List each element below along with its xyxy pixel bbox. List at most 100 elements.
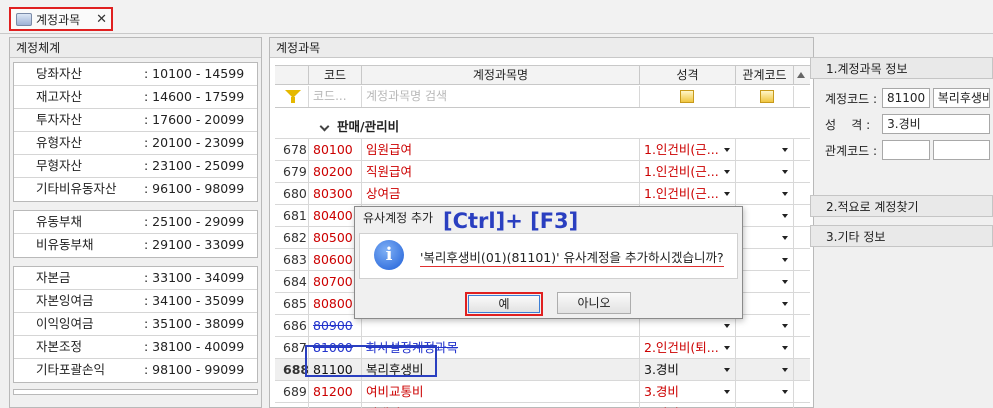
row-number: 686 <box>275 315 309 336</box>
tab-account-subjects[interactable]: 계정과목 ✕ <box>9 7 113 31</box>
group-header[interactable]: 판매/관리비 <box>275 115 810 139</box>
filter-type[interactable] <box>640 86 736 107</box>
filter-rel[interactable] <box>736 86 794 107</box>
shortcut-annotation: [Ctrl]+ [F3] <box>443 209 579 233</box>
dropdown-arrow-icon[interactable] <box>724 346 730 350</box>
account-class-item[interactable]: 기타비유동자산: 96100 - 98099 <box>14 178 257 201</box>
account-class-item[interactable]: 유동부채: 25100 - 29099 <box>14 211 257 234</box>
account-class-range: : 17600 - 20099 <box>144 112 245 127</box>
dropdown-arrow-icon[interactable] <box>782 170 788 174</box>
tab-bar: 계정과목 ✕ <box>0 0 993 34</box>
rel-name-field[interactable] <box>932 140 990 160</box>
row-rel-code <box>736 381 794 402</box>
scrollbar-track[interactable] <box>794 359 810 380</box>
type-field[interactable]: 3.경비 <box>882 114 990 134</box>
dropdown-arrow-icon[interactable] <box>724 192 730 196</box>
dropdown-arrow-icon[interactable] <box>782 192 788 196</box>
scrollbar-track[interactable] <box>794 161 810 182</box>
dropdown-arrow-icon[interactable] <box>782 236 788 240</box>
row-rel-code <box>736 293 794 314</box>
highlight-box <box>305 345 437 377</box>
scrollbar-track[interactable] <box>794 249 810 270</box>
scrollbar-track[interactable] <box>794 271 810 292</box>
section-find-by-summary[interactable]: 2.적요로 계정찾기 <box>810 195 993 217</box>
account-class-item[interactable]: 당좌자산: 10100 - 14599 <box>14 63 257 86</box>
dropdown-arrow-icon[interactable] <box>724 390 730 394</box>
account-class-item[interactable]: 이익잉여금: 35100 - 38099 <box>14 313 257 336</box>
account-class-item[interactable]: 자본금: 33100 - 34099 <box>14 267 257 290</box>
row-number: 680 <box>275 183 309 204</box>
close-icon[interactable]: ✕ <box>96 12 107 27</box>
account-class-range: : 34100 - 35099 <box>144 293 245 308</box>
no-button[interactable]: 아니오 <box>557 292 631 314</box>
dropdown-arrow-icon[interactable] <box>724 148 730 152</box>
row-code: 80200 <box>309 161 362 182</box>
scrollbar-track[interactable] <box>794 337 810 358</box>
dropdown-arrow-icon[interactable] <box>782 368 788 372</box>
table-row[interactable]: 679 80200 직원급여 1.인건비(근... <box>275 161 810 183</box>
scrollbar-track[interactable] <box>794 183 810 204</box>
scrollbar-track[interactable] <box>794 381 810 402</box>
header-name[interactable]: 계정과목명 <box>362 66 640 84</box>
account-class-name: 기타비유동자산 <box>36 181 117 196</box>
dropdown-arrow-icon[interactable] <box>782 346 788 350</box>
account-class-item[interactable]: 무형자산: 23100 - 25099 <box>14 155 257 178</box>
account-class-item[interactable]: 재고자산: 14600 - 17599 <box>14 86 257 109</box>
chevron-down-icon[interactable] <box>319 121 330 132</box>
account-system-panel: 계정체계 당좌자산: 10100 - 14599 재고자산: 14600 - 17… <box>9 37 262 408</box>
scrollbar-track[interactable] <box>794 205 810 226</box>
scrollbar-track[interactable] <box>794 139 810 160</box>
account-class-item[interactable]: 비유동부채: 29100 - 33099 <box>14 234 257 257</box>
row-type: 1.인건비(근... <box>640 183 736 204</box>
scrollbar-track[interactable] <box>794 403 810 408</box>
scrollbar-up[interactable] <box>794 66 810 84</box>
header-type[interactable]: 성격 <box>640 66 736 84</box>
filter-code-input[interactable]: 코드... <box>309 86 362 107</box>
yes-button[interactable]: 예 <box>468 295 540 313</box>
filter-name-input[interactable]: 계정과목명 검색 <box>362 86 640 107</box>
code-field[interactable]: 81100 <box>881 88 930 108</box>
scrollbar-track[interactable] <box>794 293 810 314</box>
dropdown-arrow-icon[interactable] <box>782 390 788 394</box>
account-class-item[interactable]: 유형자산: 20100 - 23099 <box>14 132 257 155</box>
table-row[interactable]: 680 80300 상여금 1.인건비(근... <box>275 183 810 205</box>
panel-title: 계정체계 <box>10 38 261 58</box>
dropdown-arrow-icon[interactable] <box>724 170 730 174</box>
section-other-info[interactable]: 3.기타 정보 <box>810 225 993 247</box>
account-class-name: 당좌자산 <box>36 66 83 81</box>
section-account-info[interactable]: 1.계정과목 정보 <box>810 57 993 79</box>
dropdown-arrow-icon[interactable] <box>724 324 730 328</box>
account-group-extra <box>13 389 258 395</box>
filter-icon[interactable] <box>275 86 309 107</box>
header-code[interactable]: 코드 <box>309 66 362 84</box>
edit-icon[interactable] <box>680 90 694 103</box>
name-field[interactable]: 복리후생비 <box>932 88 990 108</box>
row-number: 687 <box>275 337 309 358</box>
account-class-item[interactable]: 자본잉여금: 34100 - 35099 <box>14 290 257 313</box>
header-rel-code[interactable]: 관계코드 <box>736 66 794 84</box>
edit-icon[interactable] <box>760 90 774 103</box>
scrollbar-track[interactable] <box>794 315 810 336</box>
dropdown-arrow-icon[interactable] <box>724 368 730 372</box>
dropdown-arrow-icon[interactable] <box>782 214 788 218</box>
table-row[interactable]: 69081300접대비3.경비 <box>275 403 810 408</box>
type-row: 성 격 : 3.경비 <box>810 111 993 137</box>
account-class-name: 자본금 <box>36 270 71 285</box>
rel-code-field[interactable] <box>881 140 930 160</box>
account-class-item[interactable]: 투자자산: 17600 - 20099 <box>14 109 257 132</box>
dropdown-arrow-icon[interactable] <box>782 280 788 284</box>
dropdown-arrow-icon[interactable] <box>782 324 788 328</box>
dropdown-arrow-icon[interactable] <box>782 302 788 306</box>
table-row[interactable]: 689 81200 여비교통비 3.경비 <box>275 381 810 403</box>
header-row-number <box>275 66 309 84</box>
account-class-item[interactable]: 기타포괄손익: 98100 - 99099 <box>14 359 257 382</box>
dropdown-arrow-icon[interactable] <box>782 148 788 152</box>
rel-row: 관계코드 : <box>810 137 993 163</box>
table-row[interactable]: 678 80100 임원급여 1.인건비(근... <box>275 139 810 161</box>
account-class-item[interactable]: 자본조정: 38100 - 40099 <box>14 336 257 359</box>
dropdown-arrow-icon[interactable] <box>782 258 788 262</box>
scrollbar-track[interactable] <box>794 227 810 248</box>
account-info-panel: 1.계정과목 정보 계정코드 : 81100 복리후생비 성 격 : 3.경비 … <box>810 57 993 408</box>
window-icon <box>16 12 32 26</box>
account-group: 자본금: 33100 - 34099 자본잉여금: 34100 - 35099 이익… <box>13 266 258 383</box>
